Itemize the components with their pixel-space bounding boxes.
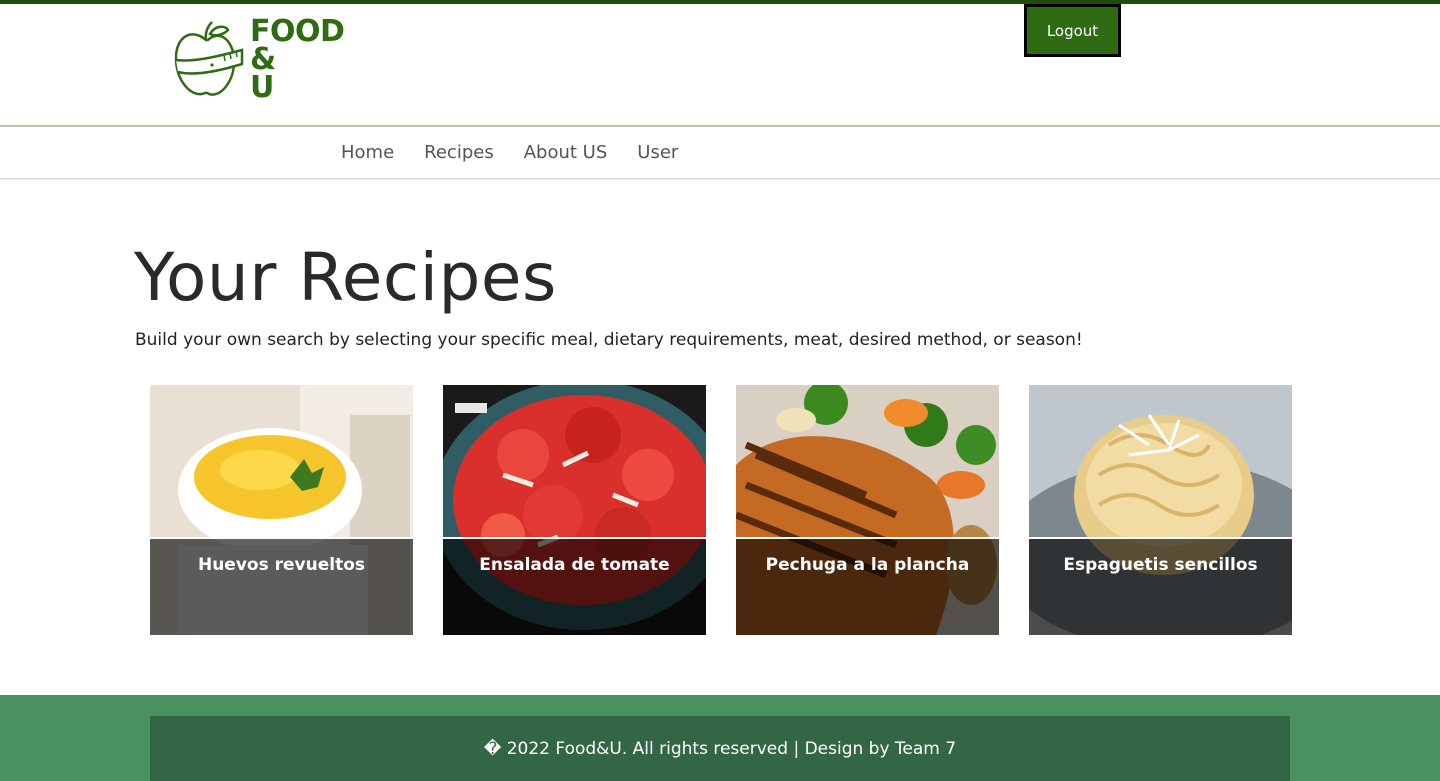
apple-tape-icon xyxy=(174,21,244,96)
card-overlay xyxy=(736,537,999,635)
nav-item-recipes[interactable]: Recipes xyxy=(424,142,494,163)
page-subtitle: Build your own search by selecting your … xyxy=(135,330,1083,350)
main-nav: Home Recipes About US User xyxy=(0,125,1440,178)
recipe-card-title: Ensalada de tomate xyxy=(479,555,670,575)
nav-item-about-us[interactable]: About US xyxy=(524,142,608,163)
footer-copyright: � 2022 Food&U. All rights reserved | Des… xyxy=(483,738,957,759)
recipe-card-espaguetis-sencillos[interactable]: Espaguetis sencillos xyxy=(1029,385,1292,635)
page-title: Your Recipes xyxy=(134,239,557,316)
footer-bar: � 2022 Food&U. All rights reserved | Des… xyxy=(150,716,1290,781)
logout-button[interactable]: Logout xyxy=(1024,4,1121,57)
card-overlay xyxy=(443,537,706,635)
card-overlay xyxy=(150,537,413,635)
site-header: FOOD & U Logout xyxy=(0,4,1440,126)
logo-line-u: U xyxy=(250,70,274,105)
logo[interactable]: FOOD & U xyxy=(172,17,352,110)
logo-wordmark: FOOD & U xyxy=(250,17,345,105)
nav-item-home[interactable]: Home xyxy=(341,142,394,163)
recipe-card-title: Huevos revueltos xyxy=(197,555,366,575)
site-footer: � 2022 Food&U. All rights reserved | Des… xyxy=(0,695,1440,781)
recipe-cards: Huevos revueltos Ensalada de tomate Pech… xyxy=(150,385,1292,635)
nav-list: Home Recipes About US User xyxy=(341,127,678,178)
recipe-card-huevos-revueltos[interactable]: Huevos revueltos xyxy=(150,385,413,635)
recipe-card-title: Pechuga a la plancha xyxy=(765,555,970,575)
nav-item-user[interactable]: User xyxy=(637,142,678,163)
card-overlay xyxy=(1029,537,1292,635)
recipe-card-pechuga-a-la-plancha[interactable]: Pechuga a la plancha xyxy=(736,385,999,635)
recipe-card-ensalada-de-tomate[interactable]: Ensalada de tomate xyxy=(443,385,706,635)
recipe-card-title: Espaguetis sencillos xyxy=(1063,555,1258,575)
